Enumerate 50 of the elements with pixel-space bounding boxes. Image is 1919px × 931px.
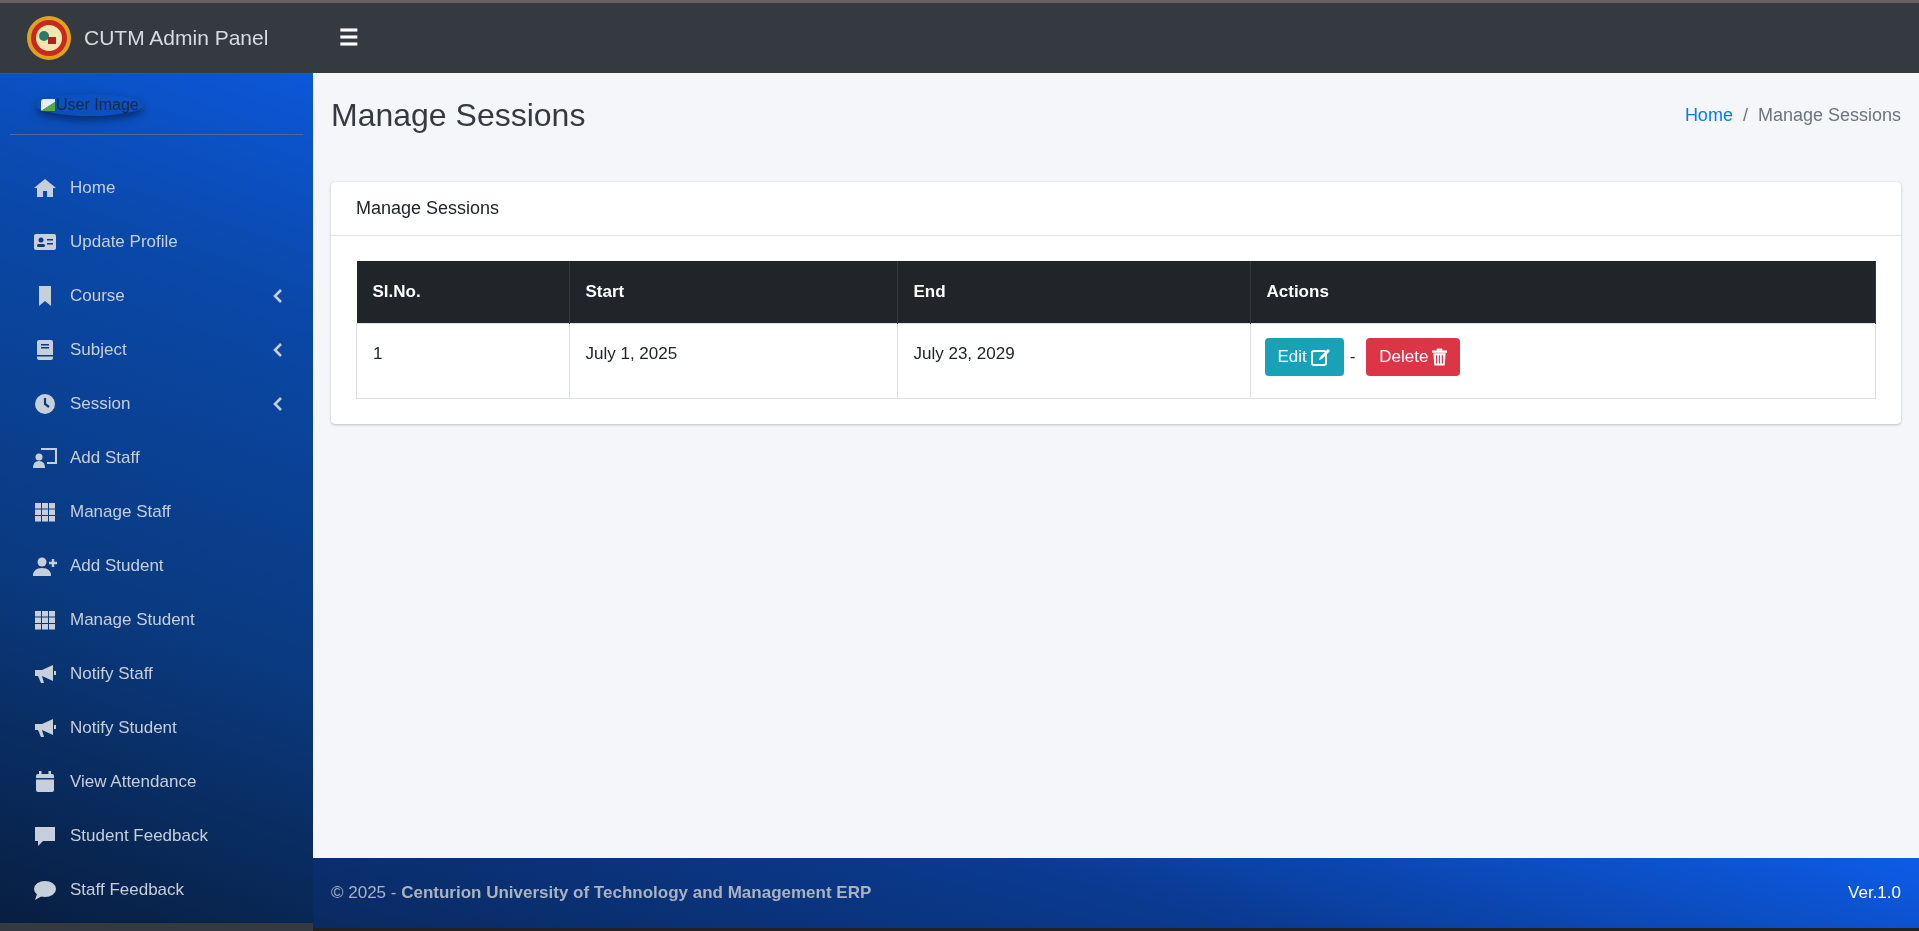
chevron-left-icon	[273, 343, 283, 357]
clock-icon	[33, 392, 57, 416]
sidebar-item[interactable]: Add Student	[0, 539, 313, 593]
sidebar-item[interactable]: Home	[0, 161, 313, 215]
grid-icon	[33, 500, 57, 524]
breadcrumb-separator: /	[1742, 105, 1748, 126]
sidebar-item[interactable]: Course	[0, 269, 313, 323]
column-header: Sl.No.	[356, 261, 569, 324]
sidebar-item[interactable]: Subject	[0, 323, 313, 377]
edit-icon	[1310, 348, 1331, 366]
emblem-logo-icon	[26, 15, 72, 61]
chevron-left-icon	[273, 289, 283, 303]
breadcrumb-current: Manage Sessions	[1757, 105, 1901, 126]
megaphone-icon	[33, 662, 57, 686]
sidebar-item[interactable]: Staff Feedback	[0, 863, 313, 917]
column-header: Actions	[1250, 261, 1876, 324]
home-icon	[33, 176, 57, 200]
sidebar-item[interactable]: Add Staff	[0, 431, 313, 485]
grid-icon	[33, 608, 57, 632]
table-cell: July 1, 2025	[569, 323, 897, 399]
teacher-icon	[33, 446, 57, 470]
trash-icon	[1432, 348, 1448, 366]
sidebar-item[interactable]: View Attendance	[0, 755, 313, 809]
megaphone-icon	[33, 716, 57, 740]
menu-toggle-button[interactable]: ☰	[329, 21, 369, 55]
sidebar-item[interactable]: Notify Staff	[0, 647, 313, 701]
column-header: Start	[569, 261, 897, 324]
brand-title[interactable]: CUTM Admin Panel	[84, 26, 269, 50]
comment-icon	[33, 824, 57, 848]
copyright-text: © 2025 - Centurion University of Technology and Management ERP	[331, 883, 872, 903]
table-cell: 1	[356, 323, 569, 399]
speech-bubble-icon	[33, 878, 57, 902]
table-cell: July 23, 2029	[897, 323, 1250, 399]
sidebar-item[interactable]: Manage Student	[0, 593, 313, 647]
delete-button[interactable]: Delete	[1366, 338, 1461, 376]
sidebar-item[interactable]: Update Profile	[0, 215, 313, 269]
action-separator: -	[1349, 347, 1356, 366]
version-label: Ver.1.0	[1848, 883, 1901, 903]
calendar-icon	[33, 770, 57, 794]
card-title: Manage Sessions	[356, 198, 500, 218]
column-header: End	[897, 261, 1250, 324]
image-alt-text: User Image	[56, 96, 139, 114]
sidebar-item[interactable]: Notify Student	[0, 701, 313, 755]
breadcrumb-link[interactable]: Home	[1684, 105, 1733, 126]
sidebar-item[interactable]: Student Feedback	[0, 809, 313, 863]
page-title: Manage Sessions	[331, 97, 586, 134]
chevron-left-icon	[273, 397, 283, 411]
sidebar-item[interactable]: Session	[0, 377, 313, 431]
sidebar-item[interactable]: Manage Staff	[0, 485, 313, 539]
broken-image-icon	[40, 98, 56, 112]
